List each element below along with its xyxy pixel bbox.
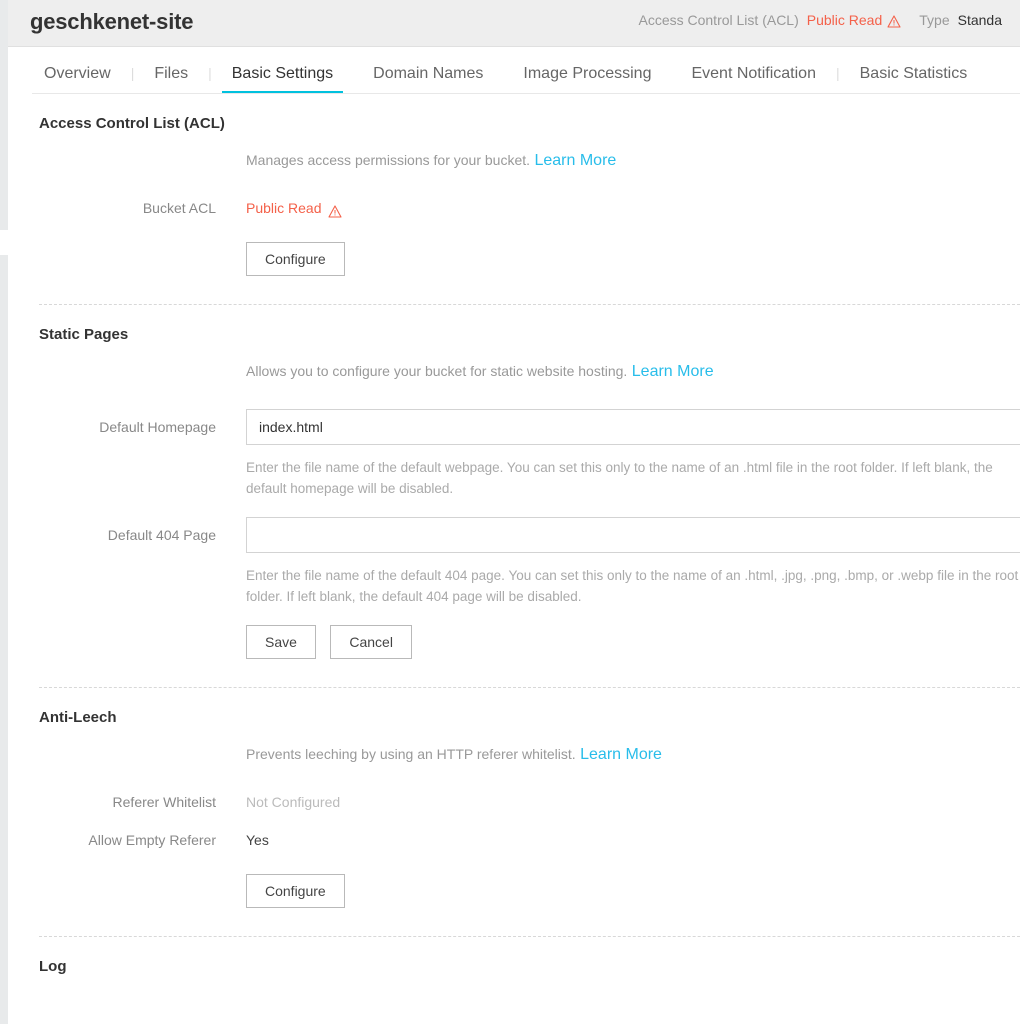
anti-leech-configure-row: Configure: [8, 874, 1020, 908]
bucket-acl-label: Bucket ACL: [142, 200, 216, 216]
acl-description: Manages access permissions for your buck…: [246, 152, 531, 168]
anti-leech-description: Prevents leeching by using an HTTP refer…: [246, 746, 576, 762]
settings-content: Access Control List (ACL) Manages access…: [8, 94, 1020, 975]
header-acl-label: Access Control List (ACL): [638, 12, 799, 28]
bucket-acl-row: Bucket ACL Public Read: [8, 198, 1020, 218]
left-rail-top: [0, 0, 8, 230]
section-acl-title: Access Control List (ACL): [39, 115, 225, 132]
tab-basic-statistics[interactable]: Basic Statistics: [840, 66, 988, 94]
header-type-value: Standa: [957, 12, 1002, 28]
allow-empty-referer-label: Allow Empty Referer: [88, 832, 216, 848]
tab-list: Overview | Files | Basic Settings Domain…: [24, 47, 987, 94]
save-button[interactable]: Save: [246, 625, 316, 659]
header-acl-value: Public Read: [807, 12, 902, 28]
section-log: Log: [8, 937, 1020, 975]
anti-leech-learn-more-link[interactable]: Learn More: [580, 746, 662, 763]
section-static-pages: Static Pages Allows you to configure you…: [8, 305, 1020, 659]
cancel-button[interactable]: Cancel: [330, 625, 412, 659]
default-homepage-row: Default Homepage: [8, 409, 1020, 445]
referer-whitelist-value: Not Configured: [246, 794, 341, 810]
referer-whitelist-row: Referer Whitelist Not Configured: [8, 792, 1020, 812]
bucket-acl-value: Public Read: [246, 198, 342, 218]
page-title: geschkenet-site: [30, 9, 194, 34]
tab-image-processing[interactable]: Image Processing: [503, 66, 671, 94]
warning-icon: [327, 203, 342, 218]
tab-files[interactable]: Files: [134, 66, 208, 94]
default-homepage-helper-row: Enter the file name of the default webpa…: [8, 457, 1020, 499]
header-acl-value-text: Public Read: [806, 12, 883, 28]
default-404-helper-row: Enter the file name of the default 404 p…: [8, 565, 1020, 607]
default-homepage-label: Default Homepage: [99, 419, 216, 435]
header-type-label: Type: [919, 12, 950, 28]
default-homepage-helper: Enter the file name of the default webpa…: [246, 460, 993, 496]
acl-configure-row: Configure: [8, 242, 1020, 276]
default-404-row: Default 404 Page: [8, 517, 1020, 553]
tab-domain-names[interactable]: Domain Names: [353, 66, 503, 94]
static-pages-learn-more-link[interactable]: Learn More: [632, 363, 714, 380]
acl-learn-more-link[interactable]: Learn More: [534, 152, 616, 169]
section-log-title: Log: [39, 958, 67, 975]
bucket-header: geschkenet-site Access Control List (ACL…: [8, 0, 1020, 47]
tab-event-notification[interactable]: Event Notification: [671, 66, 836, 94]
static-description-row: Allows you to configure your bucket for …: [8, 361, 1020, 381]
default-404-input[interactable]: [246, 517, 1020, 553]
default-404-helper: Enter the file name of the default 404 p…: [246, 568, 1019, 604]
section-anti-leech: Anti-Leech Prevents leeching by using an…: [8, 688, 1020, 908]
bucket-acl-value-text: Public Read: [246, 200, 322, 216]
section-static-pages-title: Static Pages: [39, 326, 129, 343]
acl-description-row: Manages access permissions for your buck…: [8, 150, 1020, 170]
tab-overview[interactable]: Overview: [24, 66, 131, 94]
referer-whitelist-label: Referer Whitelist: [112, 794, 216, 810]
allow-empty-referer-value: Yes: [246, 832, 269, 848]
anti-leech-description-row: Prevents leeching by using an HTTP refer…: [8, 744, 1020, 764]
allow-empty-referer-row: Allow Empty Referer Yes: [8, 830, 1020, 850]
static-pages-actions-row: Save Cancel: [8, 625, 1020, 659]
default-404-label: Default 404 Page: [107, 527, 216, 543]
warning-icon: [887, 14, 901, 28]
left-rail-bottom: [0, 255, 8, 1024]
section-anti-leech-title: Anti-Leech: [39, 709, 117, 726]
tab-bar: Overview | Files | Basic Settings Domain…: [8, 47, 1020, 94]
header-meta: Access Control List (ACL) Public Read Ty…: [638, 12, 1020, 28]
anti-leech-configure-button[interactable]: Configure: [246, 874, 345, 908]
acl-configure-button[interactable]: Configure: [246, 242, 345, 276]
tab-basic-settings[interactable]: Basic Settings: [212, 66, 353, 94]
default-homepage-input[interactable]: [246, 409, 1020, 445]
section-acl: Access Control List (ACL) Manages access…: [8, 94, 1020, 276]
static-pages-description: Allows you to configure your bucket for …: [246, 363, 628, 379]
